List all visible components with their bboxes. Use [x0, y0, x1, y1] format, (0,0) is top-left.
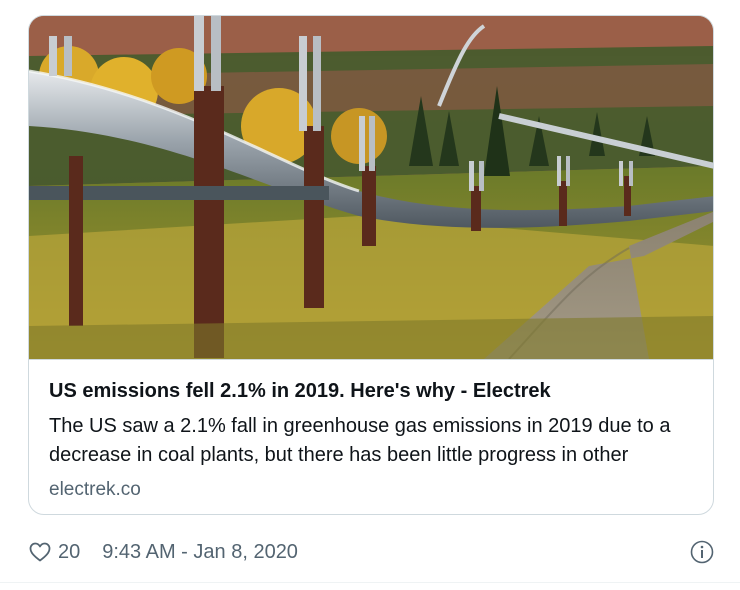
- card-body: US emissions fell 2.1% in 2019. Here's w…: [49, 377, 699, 503]
- card-domain: electrek.co: [49, 477, 699, 503]
- timestamp-link[interactable]: 9:43 AM - Jan 8, 2020: [102, 541, 298, 564]
- info-button[interactable]: [690, 540, 714, 564]
- card-title[interactable]: US emissions fell 2.1% in 2019. Here's w…: [49, 377, 699, 405]
- pipeline-photo: [29, 16, 714, 359]
- like-button[interactable]: 20: [28, 540, 80, 564]
- info-icon: [690, 540, 714, 564]
- tweet-meta-row: 20 9:43 AM - Jan 8, 2020: [28, 537, 714, 567]
- like-count: 20: [58, 541, 80, 564]
- card-description: The US saw a 2.1% fall in greenhouse gas…: [49, 412, 699, 470]
- divider: [0, 582, 740, 583]
- heart-icon: [28, 540, 52, 564]
- link-preview-card[interactable]: US emissions fell 2.1% in 2019. Here's w…: [28, 15, 714, 515]
- card-image[interactable]: [29, 16, 714, 360]
